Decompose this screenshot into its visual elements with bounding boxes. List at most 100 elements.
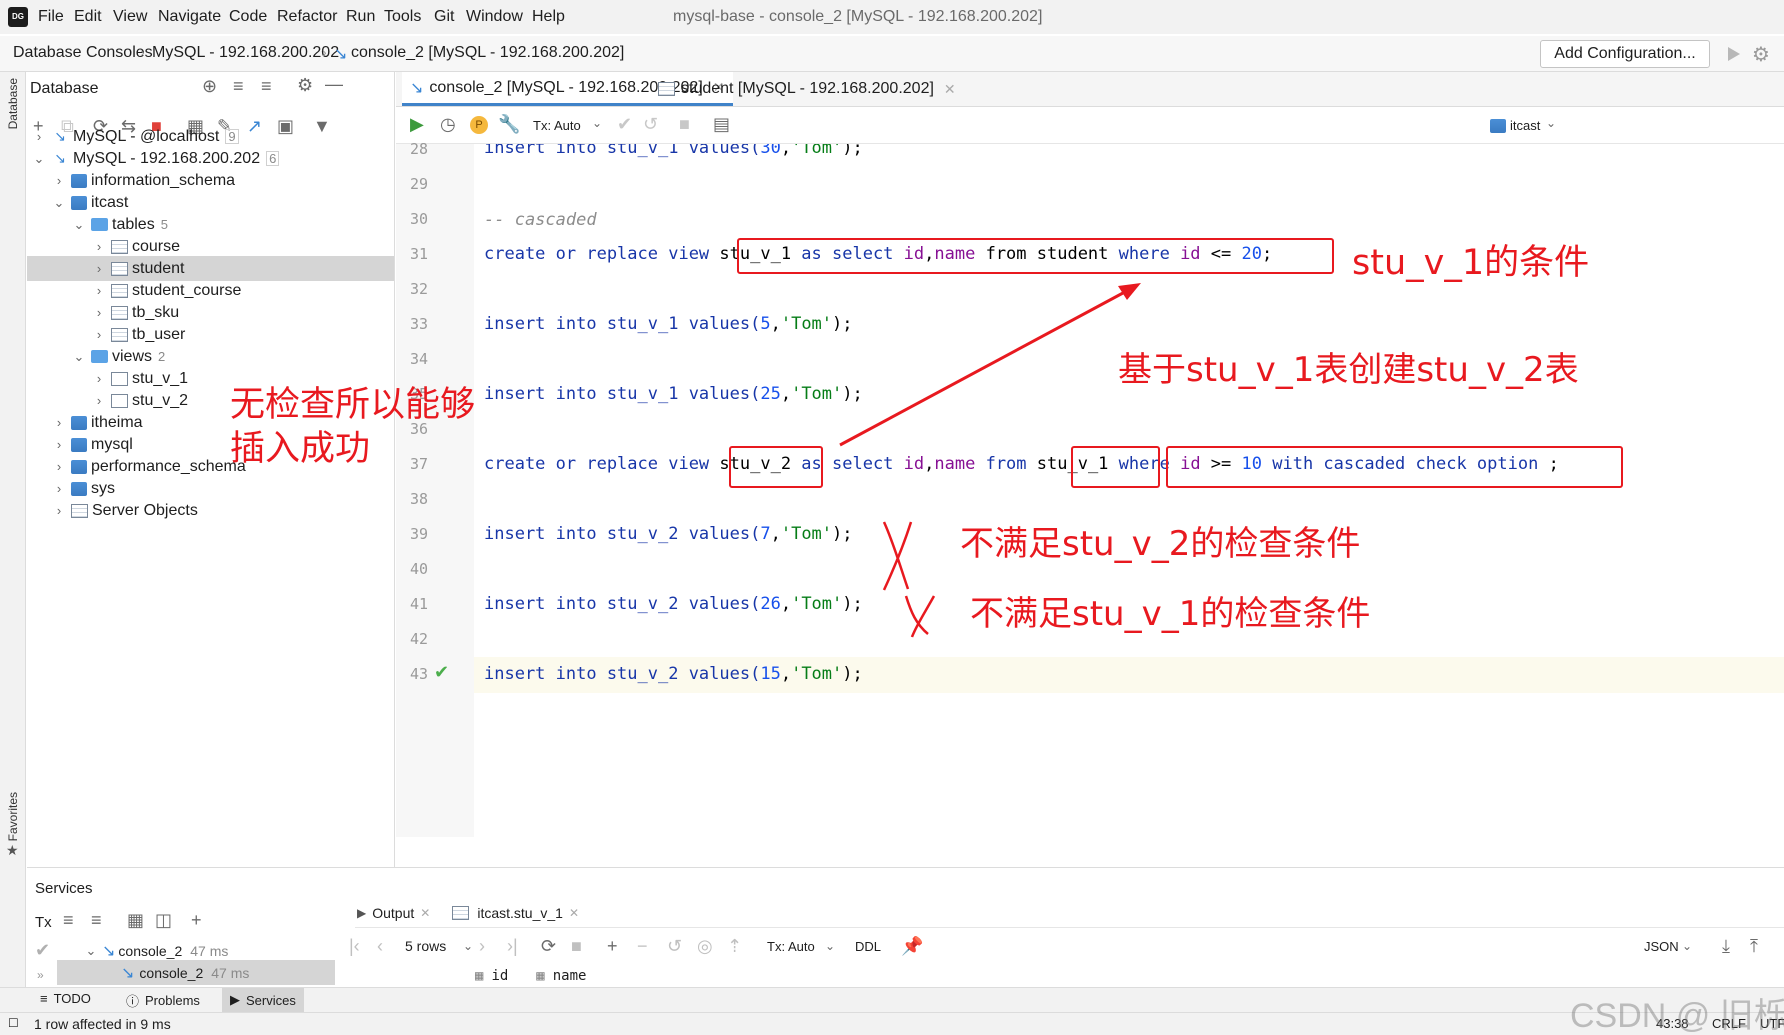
minimize-icon[interactable]: — — [325, 74, 343, 95]
chevron-right-icon[interactable]: › — [91, 371, 107, 386]
tab-student[interactable]: student [MySQL - 192.168.200.202] ✕ — [646, 72, 964, 106]
settings-gear-icon[interactable]: ⚙ — [1752, 42, 1770, 67]
chevron-down-icon[interactable]: ⌄ — [51, 195, 67, 211]
remove-row-icon[interactable]: − — [637, 936, 667, 957]
group-icon[interactable]: ▦ — [127, 910, 144, 931]
column-header-name[interactable]: name — [553, 968, 587, 984]
menu-file[interactable]: File — [38, 8, 64, 26]
breadcrumb-console[interactable]: console_2 [MySQL - 192.168.200.202] — [351, 44, 624, 62]
chevron-right-icon[interactable]: › — [91, 261, 107, 276]
chevron-down-icon[interactable]: ⌄ — [31, 151, 47, 167]
stop-icon[interactable]: ■ — [571, 936, 607, 957]
tx-mode-select[interactable]: Tx: Auto — [767, 939, 825, 954]
close-icon[interactable]: ✕ — [569, 906, 579, 920]
chevron-down-icon[interactable]: ⌄ — [83, 943, 99, 959]
commit-icon[interactable]: ✔ — [617, 114, 632, 135]
close-icon[interactable]: ✕ — [944, 81, 956, 98]
target-icon[interactable]: ⊕ — [202, 76, 217, 97]
output-icon[interactable]: ▤ — [713, 114, 730, 135]
menu-run[interactable]: Run — [346, 8, 375, 26]
tab-problems[interactable]: ⓘ Problems — [126, 991, 200, 1010]
column-header-id[interactable]: id — [491, 968, 508, 984]
tx-mode-select[interactable]: Tx: Auto — [533, 118, 581, 133]
chevron-right-icon[interactable]: › — [51, 437, 67, 452]
collapse-all-icon[interactable]: ≡ — [91, 910, 102, 931]
breadcrumb-database-consoles[interactable]: Database Consoles — [13, 44, 153, 62]
last-page-icon[interactable]: ›| — [507, 936, 541, 957]
chevron-down-icon[interactable]: ⌄ — [825, 939, 855, 953]
add-configuration-button[interactable]: Add Configuration... — [1540, 40, 1710, 68]
ddl-button[interactable]: DDL — [855, 939, 901, 954]
menu-refactor[interactable]: Refactor — [277, 8, 337, 26]
revert-icon[interactable]: ↺ — [667, 936, 697, 957]
chevron-down-icon[interactable]: ⌄ — [592, 116, 602, 130]
stop-icon[interactable]: ■ — [679, 114, 690, 135]
expand-all-icon[interactable]: ≡ — [233, 76, 244, 97]
chevron-down-icon[interactable]: ⌄ — [71, 349, 87, 365]
menu-git[interactable]: Git — [434, 8, 454, 26]
tab-todo[interactable]: ≡ TODO — [40, 991, 91, 1006]
tree-item-server-objects[interactable]: › Server Objects — [51, 498, 198, 523]
run-icon[interactable] — [1728, 47, 1740, 61]
menu-help[interactable]: Help — [532, 8, 565, 26]
sql-console-icon[interactable]: ▣ — [277, 116, 313, 137]
expand-all-icon[interactable]: ≡ — [63, 910, 74, 931]
chevron-down-icon[interactable]: ⌄ — [463, 939, 479, 953]
pin-icon[interactable]: 📌 — [901, 936, 931, 957]
settings-icon[interactable]: ⚙ — [297, 75, 313, 96]
refresh-icon[interactable]: ⟳ — [541, 936, 571, 957]
menu-tools[interactable]: Tools — [384, 8, 421, 26]
chevron-down-icon[interactable]: ⌄ — [1546, 116, 1556, 130]
chevron-right-icon[interactable]: › — [51, 481, 67, 496]
prev-page-icon[interactable]: ‹ — [377, 936, 405, 957]
format-select[interactable]: JSON — [1644, 939, 1682, 954]
breadcrumb-connection[interactable]: MySQL - 192.168.200.202 — [152, 44, 339, 62]
chevron-down-icon[interactable]: ⌄ — [1682, 939, 1722, 953]
execute-icon[interactable]: ▶ — [410, 114, 424, 135]
tx-toggle[interactable]: Tx — [35, 914, 52, 931]
rows-select[interactable]: 5 rows — [405, 938, 463, 954]
service-console-2-session[interactable]: ↘ console_2 47 ms — [57, 960, 335, 985]
favorites-tool-tab[interactable]: Favorites — [6, 792, 20, 841]
schema-select[interactable]: itcast — [1510, 118, 1540, 133]
chevron-right-icon[interactable]: › — [91, 327, 107, 342]
filter-icon[interactable]: ▼ — [313, 116, 341, 137]
tab-output[interactable]: Output — [372, 905, 414, 921]
add-icon[interactable]: + — [191, 910, 202, 931]
chevron-right-icon[interactable]: › — [51, 459, 67, 474]
menu-view[interactable]: View — [113, 8, 147, 26]
chevron-right-icon[interactable]: › — [31, 129, 47, 144]
tab-services[interactable]: ▶ Services — [222, 988, 304, 1012]
menu-edit[interactable]: Edit — [74, 8, 102, 26]
jump-icon[interactable]: ↗ — [247, 116, 277, 137]
submit-icon[interactable]: ⇡ — [727, 936, 767, 957]
chevron-right-icon[interactable]: › — [91, 305, 107, 320]
chevron-right-icon[interactable]: › — [51, 173, 67, 188]
rollback-icon[interactable]: ↺ — [643, 114, 658, 135]
first-page-icon[interactable]: |‹ — [349, 936, 377, 957]
chevron-right-icon[interactable]: › — [91, 393, 107, 408]
wrench-icon[interactable]: 🔧 — [498, 114, 520, 135]
database-tool-tab[interactable]: Database — [6, 78, 20, 129]
status-checkbox-icon[interactable]: ☐ — [8, 1016, 19, 1030]
collapse-all-icon[interactable]: ≡ — [261, 76, 272, 97]
menu-code[interactable]: Code — [229, 8, 267, 26]
check-icon[interactable]: ✔ — [35, 940, 50, 961]
upload-icon[interactable]: ⤒ — [1750, 936, 1778, 957]
download-icon[interactable]: ⤓ — [1722, 936, 1750, 957]
history-icon[interactable]: ◷ — [440, 114, 456, 135]
menu-window[interactable]: Window — [466, 8, 523, 26]
tab-result[interactable]: itcast.stu_v_1 — [477, 905, 563, 921]
chevron-right-icon[interactable]: › — [91, 283, 107, 298]
add-row-icon[interactable]: + — [607, 936, 637, 957]
close-icon[interactable]: ✕ — [420, 906, 430, 920]
preview-icon[interactable]: ◎ — [697, 936, 727, 957]
profile-icon[interactable]: P — [470, 116, 488, 134]
chevron-right-icon[interactable]: › — [51, 415, 67, 430]
more-icon[interactable]: » — [37, 968, 44, 982]
chevron-right-icon[interactable]: › — [51, 503, 67, 518]
chevron-down-icon[interactable]: ⌄ — [71, 217, 87, 233]
chevron-right-icon[interactable]: › — [91, 239, 107, 254]
next-page-icon[interactable]: › — [479, 936, 507, 957]
menu-navigate[interactable]: Navigate — [158, 8, 221, 26]
